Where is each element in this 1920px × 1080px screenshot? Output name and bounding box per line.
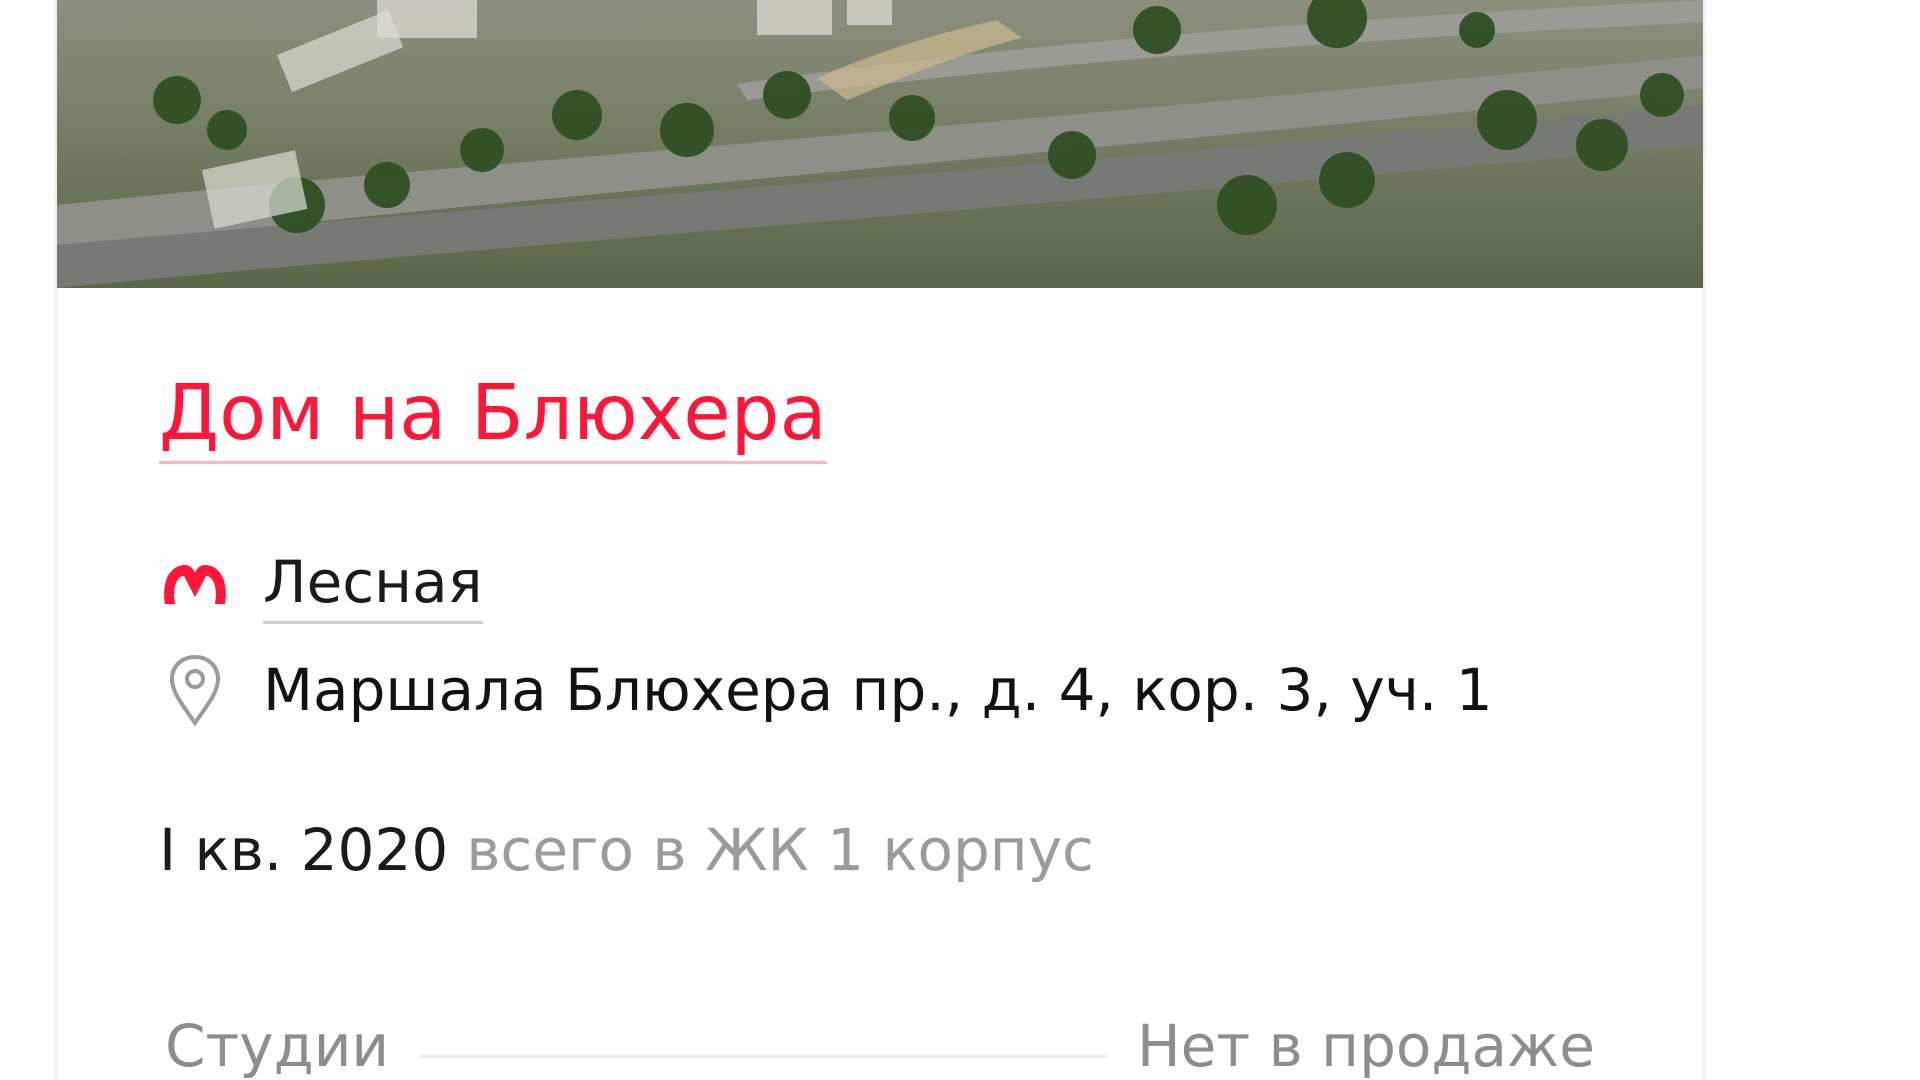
row-divider: [419, 1054, 1108, 1058]
building-count: всего в ЖК 1 корпус: [466, 816, 1094, 884]
metro-station-link[interactable]: Лесная: [263, 548, 483, 624]
completion-date: I кв. 2020 всего в ЖК 1 корпус: [159, 816, 1094, 884]
completion-quarter: I кв. 2020: [159, 816, 449, 884]
availability-status: Нет в продаже: [1137, 1012, 1595, 1080]
project-photo[interactable]: [57, 0, 1703, 288]
pin-icon: [159, 650, 231, 730]
apartment-type-label: Студии: [165, 1012, 390, 1080]
address: Маршала Блюхера пр., д. 4, кор. 3, уч. 1: [159, 650, 1493, 730]
metro-icon: [159, 551, 231, 621]
project-title-link[interactable]: Дом на Блюхера: [159, 371, 827, 464]
residential-complex-card: Дом на Блюхера Лесная Маршала Блюхера пр…: [55, 0, 1705, 1080]
metro-station: Лесная: [159, 548, 483, 624]
apartment-availability-row: Студии Нет в продаже: [165, 1012, 1595, 1080]
address-text: Маршала Блюхера пр., д. 4, кор. 3, уч. 1: [263, 656, 1493, 724]
project-photo-illustration: [57, 0, 1703, 288]
